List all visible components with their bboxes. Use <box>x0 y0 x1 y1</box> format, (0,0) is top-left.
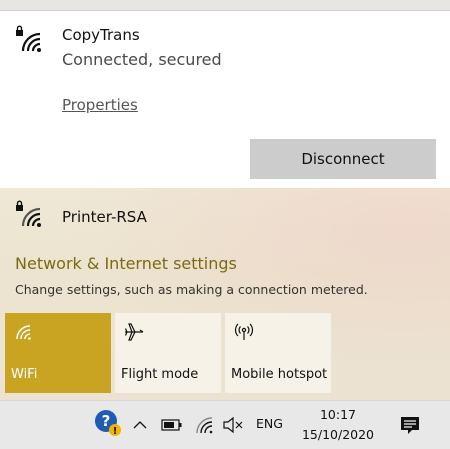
clock-time: 10:17 <box>319 407 357 422</box>
wifi-tray-icon[interactable] <box>192 413 216 437</box>
network-settings-description: Change settings, such as making a connec… <box>15 282 368 297</box>
taskbar: ? ! ENG 10:17 15/10/2020 <box>0 400 450 449</box>
network-flyout-lower: Printer-RSA Network & Internet settings … <box>0 188 450 400</box>
network-list-item-printer-rsa[interactable]: Printer-RSA <box>0 188 450 240</box>
help-icon[interactable]: ? ! <box>94 410 122 437</box>
previous-panel-strip <box>0 0 450 11</box>
properties-link[interactable]: Properties <box>62 96 138 114</box>
wifi-secured-icon <box>16 200 41 227</box>
clock[interactable]: 10:17 15/10/2020 <box>296 405 380 445</box>
network-name: Printer-RSA <box>62 208 147 226</box>
wifi-icon <box>16 325 31 340</box>
flight-mode-tile[interactable]: Flight mode <box>115 313 221 393</box>
network-settings-link[interactable]: Network & Internet settings <box>15 254 237 273</box>
wifi-secured-icon <box>16 25 41 52</box>
disconnect-button[interactable]: Disconnect <box>250 139 436 179</box>
clock-date: 15/10/2020 <box>301 427 375 442</box>
hotspot-icon <box>234 323 254 340</box>
battery-icon[interactable] <box>160 413 184 437</box>
volume-muted-icon[interactable] <box>220 413 246 437</box>
svg-text:?: ? <box>102 412 111 430</box>
wifi-toggle-tile[interactable]: WiFi <box>5 313 111 393</box>
tile-label: Flight mode <box>121 367 199 382</box>
tile-label: Mobile hotspot <box>231 367 328 382</box>
mobile-hotspot-tile[interactable]: Mobile hotspot <box>225 313 331 393</box>
action-center-icon[interactable] <box>398 413 422 437</box>
connected-network-panel: CopyTrans Connected, secured Properties … <box>0 11 450 188</box>
svg-text:!: ! <box>113 426 118 437</box>
chevron-up-icon[interactable] <box>130 413 150 437</box>
connected-network-name: CopyTrans <box>62 26 140 44</box>
tile-label: WiFi <box>11 367 38 382</box>
connected-network-status: Connected, secured <box>62 50 222 69</box>
airplane-icon <box>124 323 144 341</box>
language-indicator[interactable]: ENG <box>256 416 283 431</box>
